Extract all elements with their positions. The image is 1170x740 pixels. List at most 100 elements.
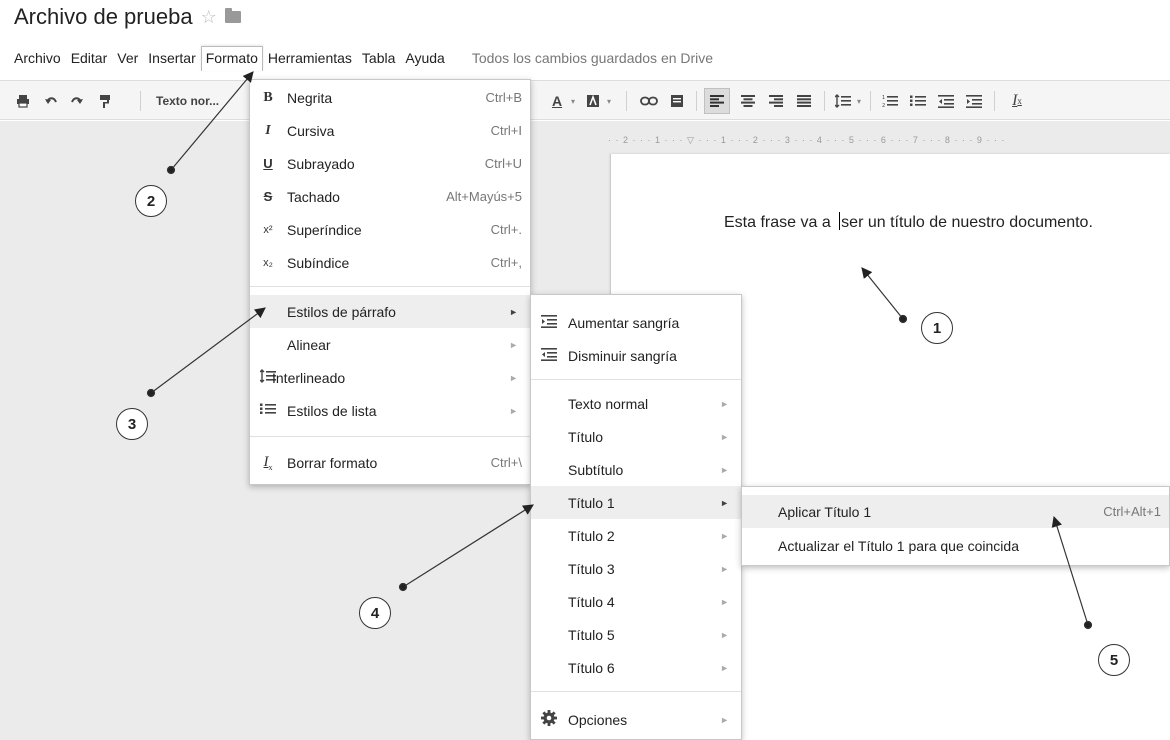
menu-item-aplicar-titulo-1[interactable]: Aplicar Título 1 Ctrl+Alt+1 bbox=[742, 495, 1169, 528]
callout-1: 1 bbox=[921, 312, 953, 344]
menu-item-label: Borrar formato bbox=[287, 454, 378, 471]
menu-item-label: Opciones bbox=[568, 711, 628, 728]
menu-formato[interactable]: Formato bbox=[200, 45, 263, 71]
document-title[interactable]: Archivo de prueba ☆ bbox=[14, 4, 241, 30]
menu-item-subindice[interactable]: x₂ Subíndice Ctrl+, bbox=[250, 246, 530, 279]
menu-item-interlineado[interactable]: Interlineado ► bbox=[250, 361, 530, 394]
folder-icon[interactable] bbox=[224, 8, 241, 23]
menu-item-label: Título 1 bbox=[568, 494, 615, 511]
menu-item-shortcut: Ctrl+\ bbox=[490, 455, 522, 470]
menu-item-superindice[interactable]: x² Superíndice Ctrl+. bbox=[250, 213, 530, 246]
callout-2: 2 bbox=[135, 185, 167, 217]
menu-item-label: Título 2 bbox=[568, 527, 615, 544]
callout-3: 3 bbox=[116, 408, 148, 440]
clear-formatting-icon[interactable]: Ix bbox=[1004, 81, 1030, 121]
menu-divider bbox=[531, 691, 741, 692]
submenu-arrow-icon: ► bbox=[720, 464, 729, 475]
menu-item-negrita[interactable]: B Negrita Ctrl+B bbox=[250, 81, 530, 114]
menu-item-subrayado[interactable]: U Subrayado Ctrl+U bbox=[250, 147, 530, 180]
save-status: Todos los cambios guardados en Drive bbox=[471, 50, 714, 66]
highlight-dropdown-icon[interactable]: ▾ bbox=[604, 81, 614, 121]
menu-item-actualizar-titulo-1[interactable]: Actualizar el Título 1 para que coincida bbox=[742, 529, 1169, 562]
line-spacing-icon[interactable] bbox=[832, 81, 854, 121]
menu-insertar[interactable]: Insertar bbox=[143, 46, 200, 70]
menu-tabla[interactable]: Tabla bbox=[357, 46, 400, 70]
menu-item-titulo-6[interactable]: Título 6 ► bbox=[531, 651, 741, 684]
star-icon[interactable]: ☆ bbox=[201, 7, 217, 28]
menu-item-titulo-4[interactable]: Título 4 ► bbox=[531, 585, 741, 618]
numbered-list-icon[interactable]: 12 bbox=[878, 81, 902, 121]
menu-item-label: Título 6 bbox=[568, 659, 615, 676]
menu-item-estilos-de-parrafo[interactable]: Estilos de párrafo ► bbox=[250, 295, 530, 328]
comment-icon[interactable] bbox=[666, 81, 688, 121]
menu-item-label: Superíndice bbox=[287, 221, 362, 238]
increase-indent-icon[interactable] bbox=[962, 81, 986, 121]
ruler[interactable]: · · 2 · · · 1 · · · ▽ · · · 1 · · · 2 · … bbox=[608, 135, 1170, 151]
menu-item-shortcut: Ctrl+Alt+1 bbox=[1103, 504, 1161, 519]
menu-item-titulo-3[interactable]: Título 3 ► bbox=[531, 552, 741, 585]
menu-item-label: Texto normal bbox=[568, 395, 649, 412]
print-icon[interactable] bbox=[12, 81, 34, 121]
subscript-icon: x₂ bbox=[263, 256, 273, 269]
document-title-text[interactable]: Archivo de prueba bbox=[14, 4, 193, 30]
menu-item-label: Subrayado bbox=[287, 155, 355, 172]
decrease-indent-icon[interactable] bbox=[934, 81, 958, 121]
menu-item-subtitulo[interactable]: Subtítulo ► bbox=[531, 453, 741, 486]
menu-item-label: Actualizar el Título 1 para que coincida bbox=[778, 537, 1019, 554]
menu-item-label: Título bbox=[568, 428, 604, 445]
paragraph-style-select[interactable]: Texto nor... bbox=[156, 81, 236, 121]
superscript-icon: x² bbox=[263, 223, 273, 236]
submenu-arrow-icon: ► bbox=[509, 339, 518, 350]
align-right-icon[interactable] bbox=[764, 81, 788, 121]
submenu-arrow-icon: ► bbox=[720, 563, 729, 574]
highlight-color-icon[interactable] bbox=[582, 81, 604, 121]
menu-item-borrar-formato[interactable]: Ix Borrar formato Ctrl+\ bbox=[250, 446, 530, 479]
align-center-icon[interactable] bbox=[736, 81, 760, 121]
menu-item-label: Cursiva bbox=[287, 122, 335, 139]
menu-ayuda[interactable]: Ayuda bbox=[400, 46, 449, 70]
menu-item-label: Alinear bbox=[287, 336, 331, 353]
menu-item-opciones[interactable]: Opciones ► bbox=[531, 703, 741, 736]
link-icon[interactable] bbox=[638, 81, 660, 121]
text-color-dropdown-icon[interactable]: ▾ bbox=[568, 81, 578, 121]
menu-item-titulo[interactable]: Título ► bbox=[531, 420, 741, 453]
menu-archivo[interactable]: Archivo bbox=[9, 46, 66, 70]
align-justify-icon[interactable] bbox=[792, 81, 816, 121]
menu-item-label: Estilos de lista bbox=[287, 402, 377, 419]
increase-indent-icon bbox=[539, 314, 559, 331]
italic-icon: I bbox=[265, 122, 271, 138]
menu-item-disminuir-sangria[interactable]: Disminuir sangría bbox=[531, 339, 741, 372]
submenu-arrow-icon: ► bbox=[720, 629, 729, 640]
toolbar: Texto nor... A ▾ ▾ ▾ 12 Ix bbox=[0, 80, 1170, 120]
callout-5: 5 bbox=[1098, 644, 1130, 676]
format-menu: B Negrita Ctrl+B I Cursiva Ctrl+I U Subr… bbox=[249, 79, 531, 485]
menu-item-titulo-1[interactable]: Título 1 ► bbox=[531, 486, 741, 519]
menu-divider bbox=[250, 436, 530, 437]
text-color-icon[interactable]: A bbox=[545, 81, 569, 121]
menu-editar[interactable]: Editar bbox=[66, 46, 113, 70]
undo-icon[interactable] bbox=[40, 81, 62, 121]
underline-icon: U bbox=[263, 156, 273, 171]
bulleted-list-icon[interactable] bbox=[906, 81, 930, 121]
menu-item-estilos-de-lista[interactable]: Estilos de lista ► bbox=[250, 394, 530, 427]
document-body-text[interactable]: Esta frase va a ser un título de nuestro… bbox=[724, 212, 1093, 232]
menu-item-texto-normal[interactable]: Texto normal ► bbox=[531, 387, 741, 420]
menu-ver[interactable]: Ver bbox=[112, 46, 143, 70]
menu-herramientas[interactable]: Herramientas bbox=[263, 46, 357, 70]
align-left-icon[interactable] bbox=[704, 88, 730, 114]
decrease-indent-icon bbox=[539, 347, 559, 364]
menu-item-titulo-2[interactable]: Título 2 ► bbox=[531, 519, 741, 552]
menu-item-aumentar-sangria[interactable]: Aumentar sangría bbox=[531, 306, 741, 339]
menu-item-cursiva[interactable]: I Cursiva Ctrl+I bbox=[250, 114, 530, 147]
paint-format-icon[interactable] bbox=[94, 81, 116, 121]
menu-bar: Archivo Editar Ver Insertar Formato Herr… bbox=[9, 44, 713, 72]
menu-item-titulo-5[interactable]: Título 5 ► bbox=[531, 618, 741, 651]
menu-item-tachado[interactable]: S Tachado Alt+Mayús+5 bbox=[250, 180, 530, 213]
submenu-arrow-icon: ► bbox=[720, 398, 729, 409]
menu-item-alinear[interactable]: Alinear ► bbox=[250, 328, 530, 361]
redo-icon[interactable] bbox=[66, 81, 88, 121]
line-spacing-dropdown-icon[interactable]: ▾ bbox=[854, 81, 864, 121]
menu-item-label: Título 4 bbox=[568, 593, 615, 610]
menu-divider bbox=[250, 286, 530, 287]
document-text-before-cursor: Esta frase va a bbox=[724, 214, 836, 231]
